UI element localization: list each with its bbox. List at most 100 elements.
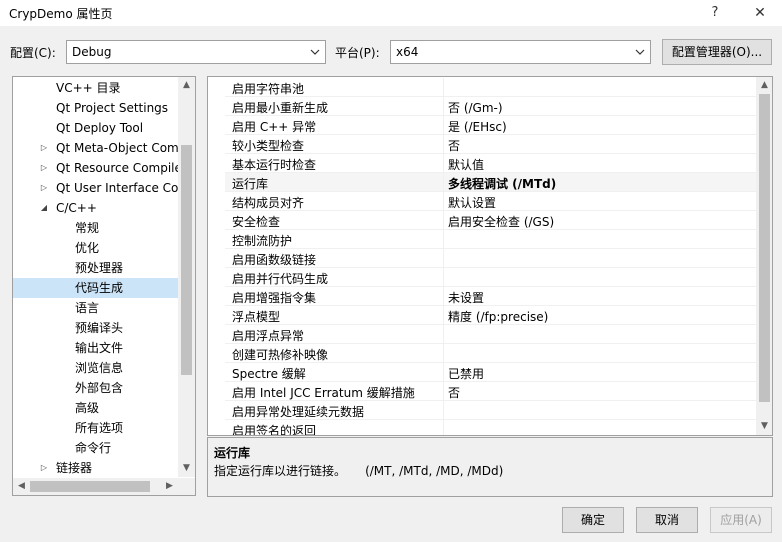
tree-item[interactable]: 代码生成: [13, 278, 178, 298]
column-divider[interactable]: [443, 344, 444, 363]
tree-vertical-scrollbar[interactable]: ▲ ▼: [178, 77, 195, 477]
column-divider[interactable]: [443, 325, 444, 344]
row-gutter: [208, 363, 225, 382]
property-value[interactable]: 否: [448, 137, 460, 154]
property-row[interactable]: 启用浮点异常: [208, 325, 756, 344]
property-value[interactable]: 否: [448, 384, 460, 401]
property-value[interactable]: 启用安全检查 (/GS): [448, 213, 554, 230]
tree-horizontal-scrollbar[interactable]: ◀ ▶: [13, 478, 195, 495]
property-row[interactable]: 启用函数级链接: [208, 249, 756, 268]
grid-vertical-scrollbar[interactable]: ▲ ▼: [756, 77, 772, 435]
property-value[interactable]: 默认值: [448, 156, 484, 173]
column-divider[interactable]: [443, 211, 444, 230]
tree-item[interactable]: 高级: [13, 398, 178, 418]
scroll-down-icon[interactable]: ▼: [756, 418, 772, 435]
tree-item[interactable]: Qt Deploy Tool: [13, 118, 178, 138]
row-gutter: [208, 382, 225, 401]
tree-item[interactable]: 优化: [13, 238, 178, 258]
property-row[interactable]: 基本运行时检查 默认值: [208, 154, 756, 173]
column-divider[interactable]: [443, 173, 444, 192]
help-icon[interactable]: ?: [700, 2, 730, 24]
config-manager-button[interactable]: 配置管理器(O)...: [662, 39, 772, 65]
scroll-thumb[interactable]: [759, 94, 770, 402]
scroll-up-icon[interactable]: ▲: [756, 77, 772, 94]
column-divider[interactable]: [443, 249, 444, 268]
column-divider[interactable]: [443, 401, 444, 420]
property-value[interactable]: 已禁用: [448, 365, 484, 382]
property-row[interactable]: 较小类型检查 否: [208, 135, 756, 154]
apply-button[interactable]: 应用(A): [710, 507, 772, 533]
tree-expander-icon[interactable]: ▷: [38, 158, 50, 178]
column-divider[interactable]: [443, 154, 444, 173]
property-row[interactable]: 启用异常处理延续元数据: [208, 401, 756, 420]
column-divider[interactable]: [443, 192, 444, 211]
cancel-button[interactable]: 取消: [636, 507, 698, 533]
property-row[interactable]: 启用并行代码生成: [208, 268, 756, 287]
property-value[interactable]: 未设置: [448, 289, 484, 306]
property-row[interactable]: 结构成员对齐 默认设置: [208, 192, 756, 211]
property-row[interactable]: 安全检查 启用安全检查 (/GS): [208, 211, 756, 230]
tree-expander-icon[interactable]: ▷: [38, 178, 50, 198]
tree-item[interactable]: 所有选项: [13, 418, 178, 438]
tree-item[interactable]: ▷ Qt User Interface Compiler: [13, 178, 178, 198]
property-row[interactable]: 启用增强指令集 未设置: [208, 287, 756, 306]
scroll-down-icon[interactable]: ▼: [178, 460, 195, 477]
property-value[interactable]: 是 (/EHsc): [448, 118, 507, 135]
tree-item-label: 语言: [75, 301, 100, 315]
column-divider[interactable]: [443, 268, 444, 287]
property-row[interactable]: 启用字符串池: [208, 78, 756, 97]
property-row[interactable]: 运行库 多线程调试 (/MTd): [208, 173, 756, 192]
property-value[interactable]: 否 (/Gm-): [448, 99, 503, 116]
property-row[interactable]: 启用 Intel JCC Erratum 缓解措施 否: [208, 382, 756, 401]
tree-item[interactable]: 常规: [13, 218, 178, 238]
close-icon[interactable]: ✕: [745, 2, 775, 24]
tree-item[interactable]: ▷ 链接器: [13, 458, 178, 478]
platform-dropdown[interactable]: x64: [390, 40, 651, 64]
tree-item-label: Qt Resource Compiler: [56, 161, 178, 175]
config-dropdown[interactable]: Debug: [66, 40, 326, 64]
column-divider[interactable]: [443, 287, 444, 306]
tree-item[interactable]: 预处理器: [13, 258, 178, 278]
tree-item[interactable]: Qt Project Settings: [13, 98, 178, 118]
tree-item[interactable]: 命令行: [13, 438, 178, 458]
property-value[interactable]: 默认设置: [448, 194, 496, 211]
column-divider[interactable]: [443, 116, 444, 135]
column-divider[interactable]: [443, 382, 444, 401]
column-divider[interactable]: [443, 230, 444, 249]
property-row[interactable]: 启用签名的返回: [208, 420, 756, 435]
tree-item[interactable]: 语言: [13, 298, 178, 318]
property-name: 安全检查: [232, 215, 281, 229]
scroll-thumb[interactable]: [181, 145, 192, 375]
property-row[interactable]: 浮点模型 精度 (/fp:precise): [208, 306, 756, 325]
column-divider[interactable]: [443, 78, 444, 97]
tree-expander-icon[interactable]: ▷: [38, 138, 50, 158]
column-divider[interactable]: [443, 97, 444, 116]
tree-expander-icon[interactable]: ◢: [38, 198, 50, 218]
tree-item[interactable]: ◢ C/C++: [13, 198, 178, 218]
tree-item[interactable]: ▷ Qt Resource Compiler: [13, 158, 178, 178]
scroll-left-icon[interactable]: ◀: [13, 478, 30, 495]
ok-button[interactable]: 确定: [562, 507, 624, 533]
property-row[interactable]: 控制流防护: [208, 230, 756, 249]
column-divider[interactable]: [443, 135, 444, 154]
property-row[interactable]: 启用最小重新生成 否 (/Gm-): [208, 97, 756, 116]
property-row[interactable]: 启用 C++ 异常 是 (/EHsc): [208, 116, 756, 135]
tree-item[interactable]: 预编译头: [13, 318, 178, 338]
tree-expander-icon[interactable]: ▷: [38, 458, 50, 478]
property-name: 启用 C++ 异常: [232, 120, 317, 134]
tree-item[interactable]: 外部包含: [13, 378, 178, 398]
column-divider[interactable]: [443, 363, 444, 382]
tree-item[interactable]: VC++ 目录: [13, 78, 178, 98]
column-divider[interactable]: [443, 306, 444, 325]
tree-item[interactable]: ▷ Qt Meta-Object Compiler: [13, 138, 178, 158]
scroll-right-icon[interactable]: ▶: [161, 478, 178, 495]
property-value[interactable]: 精度 (/fp:precise): [448, 308, 548, 325]
scroll-up-icon[interactable]: ▲: [178, 77, 195, 94]
property-row[interactable]: 创建可热修补映像: [208, 344, 756, 363]
scroll-thumb[interactable]: [30, 481, 150, 492]
tree-item[interactable]: 浏览信息: [13, 358, 178, 378]
tree-item[interactable]: 输出文件: [13, 338, 178, 358]
property-value[interactable]: 多线程调试 (/MTd): [448, 175, 556, 192]
column-divider[interactable]: [443, 420, 444, 435]
property-row[interactable]: Spectre 缓解 已禁用: [208, 363, 756, 382]
